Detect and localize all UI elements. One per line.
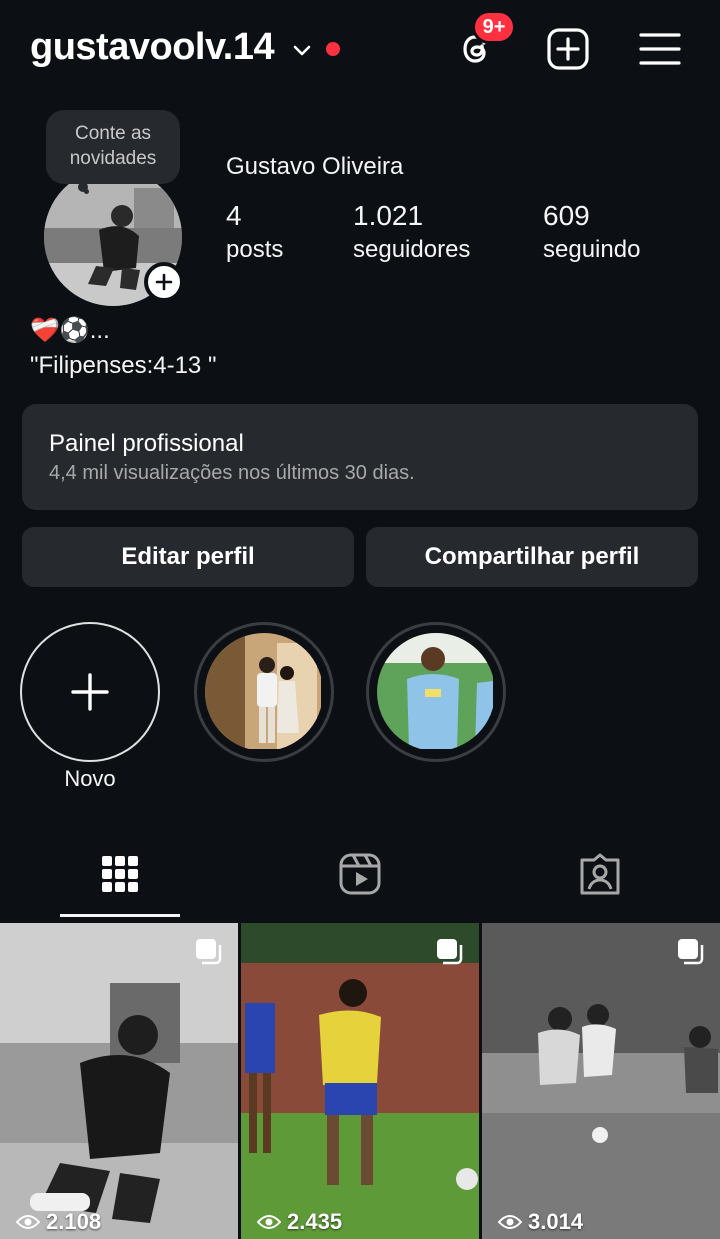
stat-value: 1.021: [353, 200, 424, 231]
create-icon[interactable]: [546, 27, 590, 71]
username-switcher[interactable]: gustavoolv.14: [30, 26, 275, 69]
dashboard-subtitle: 4,4 mil visualizações nos últimos 30 dia…: [49, 462, 415, 484]
bio-line: ❤️‍🩹⚽...: [30, 317, 110, 344]
stat-posts[interactable]: 4 posts: [226, 200, 283, 268]
view-count: 3.014: [498, 1209, 583, 1235]
plus-icon: [71, 673, 109, 711]
view-count: 2.108: [16, 1209, 101, 1235]
top-bar: gustavoolv.14 9+: [0, 0, 720, 100]
post-thumbnail[interactable]: 2.435: [241, 923, 479, 1239]
stat-following[interactable]: 609 seguindo: [543, 200, 640, 268]
menu-icon[interactable]: [638, 27, 682, 71]
add-story-button[interactable]: [144, 262, 184, 302]
post-thumbnail[interactable]: 2.108: [0, 923, 238, 1239]
new-highlight-button[interactable]: [20, 622, 160, 762]
stat-label: seguidores: [353, 236, 471, 263]
new-highlight-label: Novo: [64, 766, 116, 791]
carousel-icon: [196, 939, 222, 965]
profile-avatar[interactable]: [44, 168, 184, 306]
highlight-cover: [377, 633, 495, 751]
view-count: 2.435: [257, 1209, 342, 1235]
view-count-value: 3.014: [528, 1209, 584, 1234]
grid-icon[interactable]: [98, 852, 142, 896]
highlight-cover: [205, 633, 323, 751]
threads-badge: 9+: [472, 10, 516, 44]
full-name: Gustavo Oliveira: [226, 153, 404, 180]
view-count-value: 2.435: [287, 1209, 343, 1234]
post-photo: [482, 923, 720, 1239]
post-thumbnail[interactable]: 3.014: [482, 923, 720, 1239]
view-count-value: 2.108: [46, 1209, 102, 1234]
stat-followers[interactable]: 1.021 seguidores: [353, 200, 470, 268]
tagged-icon[interactable]: [578, 852, 622, 896]
post-photo: [241, 923, 479, 1239]
plus-icon: [155, 273, 173, 291]
highlight-photo: [377, 633, 493, 749]
highlight-item[interactable]: [366, 622, 506, 762]
carousel-icon: [437, 939, 463, 965]
stat-label: posts: [226, 236, 284, 263]
dashboard-title: Painel profissional: [49, 430, 244, 457]
active-tab-indicator: [60, 914, 180, 917]
stat-value: 4: [226, 200, 242, 231]
edit-profile-button[interactable]: Editar perfil: [22, 527, 354, 587]
bio-line: "Filipenses:4-13 ": [30, 352, 217, 379]
profile-tabs: [0, 840, 720, 920]
note-bubble[interactable]: Conte as novidades: [46, 110, 180, 184]
reels-icon[interactable]: [338, 852, 382, 896]
stat-value: 609: [543, 200, 590, 231]
post-photo: [0, 923, 238, 1239]
note-tail: [84, 189, 89, 194]
highlight-item[interactable]: [194, 622, 334, 762]
eye-icon: [498, 1215, 522, 1229]
eye-icon: [257, 1215, 281, 1229]
notification-dot: [326, 42, 340, 56]
chevron-down-icon[interactable]: [290, 38, 314, 62]
stat-label: seguindo: [543, 236, 641, 263]
professional-dashboard[interactable]: Painel profissional 4,4 mil visualizaçõe…: [22, 404, 698, 510]
eye-icon: [16, 1215, 40, 1229]
share-profile-button[interactable]: Compartilhar perfil: [366, 527, 698, 587]
post-grid: 2.108 2.435 3.014: [0, 923, 720, 1239]
highlight-photo: [205, 633, 321, 749]
carousel-icon: [678, 939, 704, 965]
